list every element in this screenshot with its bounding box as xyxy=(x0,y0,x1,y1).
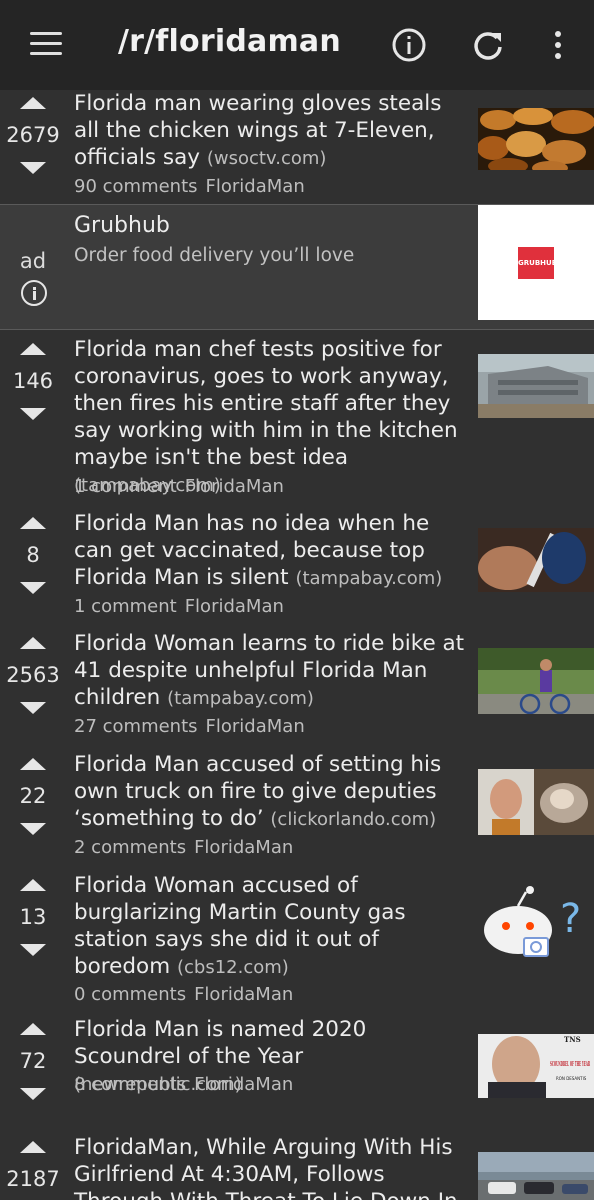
upvote-arrow-icon[interactable] xyxy=(20,1023,46,1035)
subreddit-label: FloridaMan xyxy=(205,716,305,737)
subreddit-label: FloridaMan xyxy=(184,476,284,497)
comment-count[interactable]: 2 comments xyxy=(74,837,186,858)
post-title[interactable]: Florida Man accused of setting his own t… xyxy=(74,751,470,833)
upvote-arrow-icon[interactable] xyxy=(20,879,46,891)
post-feed[interactable]: 2679 Florida man wearing gloves steals a… xyxy=(0,90,594,1200)
downvote-arrow-icon[interactable] xyxy=(20,1088,46,1100)
downvote-arrow-icon[interactable] xyxy=(20,944,46,956)
post-title[interactable]: Florida Woman learns to ride bike at 41 … xyxy=(74,630,470,712)
scoundrel-thumbnail[interactable]: TNS SCOUNDREL OF THE YEAR RON DESANTIS xyxy=(478,1034,594,1098)
ad-title[interactable]: Grubhub xyxy=(74,213,170,238)
grubhub-logo[interactable]: GRUBHUB xyxy=(478,205,594,320)
post-item[interactable]: 72 Florida Man is named 2020 Scoundrel o… xyxy=(0,1016,594,1132)
post-meta: 1 comment FloridaMan xyxy=(74,476,292,497)
post-domain: (clickorlando.com) xyxy=(270,809,437,830)
post-title[interactable]: Florida man wearing gloves steals all th… xyxy=(74,90,470,172)
post-item[interactable]: 13 Florida Woman accused of burglarizing… xyxy=(0,872,594,1014)
subreddit-label: FloridaMan xyxy=(194,837,294,858)
post-score: 2563 xyxy=(6,663,60,687)
post-score: 13 xyxy=(19,905,47,929)
ad-info-icon[interactable] xyxy=(21,280,47,306)
comment-count[interactable]: 1 comment xyxy=(74,476,177,497)
scoundrel-tns: TNS xyxy=(564,1035,581,1044)
post-meta: 2 comments FloridaMan xyxy=(74,837,301,858)
street-thumbnail[interactable] xyxy=(478,1152,594,1200)
downvote-arrow-icon[interactable] xyxy=(20,823,46,835)
post-domain: (wsoctv.com) xyxy=(206,148,327,169)
post-item[interactable]: 8 Florida Man has no idea when he can ge… xyxy=(0,510,594,626)
downvote-arrow-icon[interactable] xyxy=(20,702,46,714)
ad-label: ad xyxy=(19,249,47,273)
post-score: 2679 xyxy=(6,123,60,147)
post-meta: 1 comment FloridaMan xyxy=(74,596,292,617)
hamburger-menu-icon[interactable] xyxy=(30,32,62,56)
bike-thumbnail[interactable] xyxy=(478,648,594,714)
question-mark: ? xyxy=(560,896,581,942)
post-meta: 27 comments FloridaMan xyxy=(74,716,313,737)
mugshot-fire-thumbnail[interactable] xyxy=(478,769,594,835)
comment-count[interactable]: 27 comments xyxy=(74,716,198,737)
upvote-arrow-icon[interactable] xyxy=(20,1141,46,1153)
grubhub-logo-mark: GRUBHUB xyxy=(518,247,557,279)
post-item[interactable]: 2563 Florida Woman learns to ride bike a… xyxy=(0,630,594,746)
post-domain: (cbs12.com) xyxy=(177,957,289,978)
ad-subtitle: Order food delivery you’ll love xyxy=(74,245,355,266)
post-score: 146 xyxy=(12,369,54,393)
upvote-arrow-icon[interactable] xyxy=(20,343,46,355)
info-icon[interactable] xyxy=(389,25,429,65)
post-title[interactable]: FloridaMan, While Arguing With His Girlf… xyxy=(74,1134,470,1200)
sponsored-ad[interactable]: ad Grubhub Order food delivery you’ll lo… xyxy=(0,204,594,330)
subreddit-label: FloridaMan xyxy=(194,984,294,1005)
scoundrel-name: RON DESANTIS xyxy=(556,1076,587,1081)
comment-count[interactable]: 1 comment xyxy=(74,596,177,617)
post-item[interactable]: 22 Florida Man accused of setting his ow… xyxy=(0,751,594,867)
comment-count[interactable]: 90 comments xyxy=(74,176,198,197)
subreddit-label: FloridaMan xyxy=(194,1074,294,1095)
post-domain: (tampabay.com) xyxy=(295,568,443,589)
post-item[interactable]: 2187 FloridaMan, While Arguing With His … xyxy=(0,1134,594,1200)
post-title[interactable]: Florida Woman accused of burglarizing Ma… xyxy=(74,872,470,981)
post-domain: (tampabay.com) xyxy=(167,688,314,709)
post-meta: 8 comments FloridaMan xyxy=(74,1074,301,1095)
post-score: 22 xyxy=(19,784,47,808)
post-meta: 90 comments FloridaMan xyxy=(74,176,313,197)
subreddit-label: FloridaMan xyxy=(184,596,284,617)
post-title[interactable]: Florida man chef tests positive for coro… xyxy=(74,336,470,499)
post-meta: 0 comments FloridaMan xyxy=(74,984,301,1005)
top-app-bar: /r/floridaman xyxy=(0,0,594,90)
scoundrel-caption: SCOUNDREL OF THE YEAR xyxy=(550,1061,590,1068)
post-item[interactable]: 2679 Florida man wearing gloves steals a… xyxy=(0,90,594,204)
upvote-arrow-icon[interactable] xyxy=(20,517,46,529)
upvote-arrow-icon[interactable] xyxy=(20,97,46,109)
comment-count[interactable]: 0 comments xyxy=(74,984,186,1005)
upvote-arrow-icon[interactable] xyxy=(20,637,46,649)
subreddit-label: FloridaMan xyxy=(205,176,305,197)
post-score: 2187 xyxy=(6,1167,60,1191)
post-score: 8 xyxy=(26,543,40,567)
reddit-snoo-placeholder-icon[interactable]: ? xyxy=(478,882,594,968)
subreddit-title: /r/floridaman xyxy=(118,24,341,59)
comment-count[interactable]: 8 comments xyxy=(74,1074,186,1095)
downvote-arrow-icon[interactable] xyxy=(20,582,46,594)
post-item[interactable]: 146 Florida man chef tests positive for … xyxy=(0,336,594,506)
refresh-icon[interactable] xyxy=(468,25,508,65)
downvote-arrow-icon[interactable] xyxy=(20,162,46,174)
vaccine-thumbnail[interactable] xyxy=(478,528,594,592)
upvote-arrow-icon[interactable] xyxy=(20,758,46,770)
building-thumbnail[interactable] xyxy=(478,354,594,418)
post-title[interactable]: Florida Man has no idea when he can get … xyxy=(74,510,470,592)
more-vertical-icon[interactable] xyxy=(538,25,578,65)
chicken-wings-thumbnail[interactable] xyxy=(478,108,594,170)
downvote-arrow-icon[interactable] xyxy=(20,408,46,420)
post-score: 72 xyxy=(19,1049,47,1073)
